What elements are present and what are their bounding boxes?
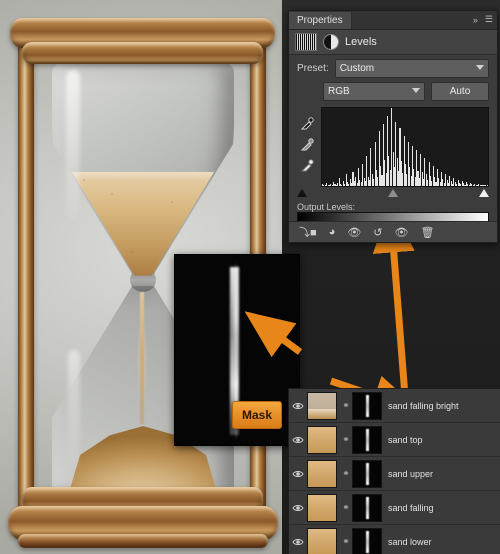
histogram-area: [289, 105, 497, 187]
channel-select[interactable]: RGB: [323, 82, 425, 101]
eyedropper-group: [297, 107, 317, 187]
channel-row: RGB Auto: [289, 82, 497, 105]
layer-row[interactable]: ⚭ sand falling: [289, 491, 500, 525]
layer-row[interactable]: ⚭ sand top: [289, 423, 500, 457]
hourglass-cap-top-inner: [22, 42, 263, 64]
link-mask-icon[interactable]: ⚭: [340, 468, 352, 479]
layer-mask-thumbnail[interactable]: [352, 459, 382, 488]
levels-adjustment-icon: [295, 33, 317, 51]
layer-thumbnail[interactable]: [307, 493, 337, 522]
layers-panel: ⚭ sand falling bright ⚭ sand top ⚭ sand upper…: [288, 388, 500, 554]
properties-panel: Properties » ☰ Levels Preset: Custom RGB: [288, 10, 498, 243]
link-mask-icon[interactable]: ⚭: [340, 536, 352, 547]
preset-value: Custom: [339, 63, 375, 74]
output-levels-label: Output Levels:: [297, 202, 356, 212]
preset-label: Preset:: [297, 63, 329, 74]
input-level-sliders: [297, 189, 489, 199]
tab-properties[interactable]: Properties: [289, 11, 352, 29]
layer-mask-thumbnail[interactable]: [352, 493, 382, 522]
visibility-icon[interactable]: 👁: [395, 226, 409, 239]
tab-properties-label: Properties: [297, 14, 343, 26]
layer-thumbnail[interactable]: [307, 459, 337, 488]
channel-value: RGB: [328, 86, 350, 97]
histogram-bar: [486, 185, 488, 186]
layer-mask-icon: [323, 34, 339, 50]
delete-icon[interactable]: 🗑: [420, 226, 434, 239]
panel-menu-icon[interactable]: ☰: [485, 14, 493, 25]
layer-name: sand upper: [388, 468, 434, 479]
eye-icon[interactable]: [289, 537, 307, 547]
eye-icon[interactable]: [289, 503, 307, 513]
layer-name: sand top: [388, 434, 423, 445]
reset-icon[interactable]: ↺: [373, 226, 382, 239]
glass-highlight-top: [66, 70, 80, 220]
sand-falling-stream: [140, 292, 144, 424]
layer-thumbnail[interactable]: [307, 527, 337, 554]
gray-point-slider[interactable]: [388, 189, 399, 197]
properties-footer: ⤵■ ◕ 👁 ↺ 👁 🗑: [289, 221, 497, 242]
white-point-slider[interactable]: [479, 189, 489, 197]
layer-thumbnail[interactable]: [307, 425, 337, 454]
link-mask-icon[interactable]: ⚭: [340, 400, 352, 411]
chevron-down-icon: [412, 88, 420, 93]
layer-name: sand lower: [388, 536, 432, 547]
view-previous-state-icon[interactable]: ◕: [329, 226, 336, 238]
preset-select[interactable]: Custom: [334, 59, 489, 78]
layer-row[interactable]: ⚭ sand falling bright: [289, 389, 500, 423]
screenshot-root: Mask Properties » ☰ Levels Preset: Custo…: [0, 0, 500, 554]
black-point-slider[interactable]: [297, 189, 307, 197]
double-chevron-right-icon[interactable]: »: [473, 15, 478, 25]
layer-row[interactable]: ⚭ sand lower: [289, 525, 500, 554]
layer-name: sand falling: [388, 502, 434, 513]
link-mask-icon[interactable]: ⚭: [340, 502, 352, 513]
layer-thumbnail[interactable]: [307, 391, 337, 420]
hourglass-post-left: [18, 40, 34, 520]
layer-mask-thumbnail[interactable]: [352, 425, 382, 454]
layer-mask-thumbnail[interactable]: [352, 391, 382, 420]
chevron-down-icon: [476, 65, 484, 70]
hourglass-base-foot: [18, 534, 268, 548]
panel-title: Levels: [345, 36, 377, 48]
layer-mask-thumbnail[interactable]: [352, 527, 382, 554]
mask-badge: Mask: [232, 401, 282, 429]
auto-button[interactable]: Auto: [431, 82, 489, 101]
clip-to-layer-icon[interactable]: ⤵■: [299, 224, 317, 240]
eyedropper-black-icon[interactable]: [300, 117, 314, 131]
properties-header: Levels: [289, 30, 497, 55]
eye-icon[interactable]: [289, 469, 307, 479]
eyedropper-gray-icon[interactable]: [300, 138, 314, 152]
eye-icon[interactable]: [289, 401, 307, 411]
layer-name: sand falling bright: [388, 400, 459, 411]
layer-row[interactable]: ⚭ sand upper: [289, 457, 500, 491]
glass-highlight-bottom: [68, 350, 80, 470]
eye-icon[interactable]: [289, 435, 307, 445]
preset-row: Preset: Custom: [289, 55, 497, 82]
levels-histogram: [321, 107, 489, 187]
link-mask-icon[interactable]: ⚭: [340, 434, 352, 445]
eyedropper-white-icon[interactable]: [300, 159, 314, 173]
properties-tab-bar: Properties » ☰: [289, 11, 497, 30]
toggle-preview-icon[interactable]: 👁: [347, 226, 361, 239]
